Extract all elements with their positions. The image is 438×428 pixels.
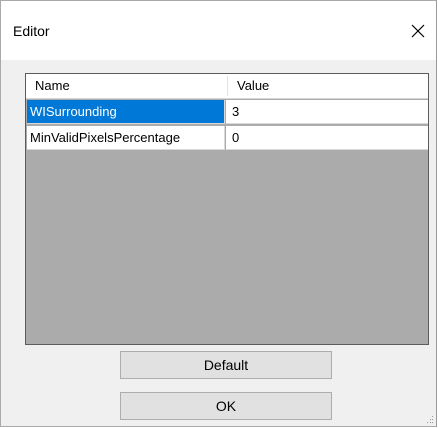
column-header-value[interactable]: Value <box>237 74 417 98</box>
row-name-cell[interactable]: WISurrounding <box>27 100 225 124</box>
close-icon <box>411 24 425 38</box>
property-grid[interactable]: Name Value WISurrounding 3 MinValidPixel… <box>25 73 429 345</box>
table-row[interactable]: WISurrounding 3 <box>27 100 428 124</box>
row-value-cell[interactable]: 3 <box>226 100 428 124</box>
table-row[interactable]: MinValidPixelsPercentage 0 <box>27 126 428 150</box>
row-name-cell[interactable]: MinValidPixelsPercentage <box>27 126 225 150</box>
window-title: Editor <box>13 23 50 39</box>
editor-dialog: Editor Name Value WISurrounding 3 MinVal… <box>0 0 437 427</box>
default-button[interactable]: Default <box>120 351 332 379</box>
ok-button[interactable]: OK <box>120 392 332 420</box>
column-divider[interactable] <box>227 76 228 96</box>
row-value-cell[interactable]: 0 <box>226 126 428 150</box>
grid-header: Name Value <box>26 74 428 99</box>
title-bar: Editor <box>1 1 436 60</box>
column-header-name[interactable]: Name <box>35 74 225 98</box>
close-button[interactable] <box>400 13 436 49</box>
resize-grip-icon[interactable] <box>424 414 434 424</box>
